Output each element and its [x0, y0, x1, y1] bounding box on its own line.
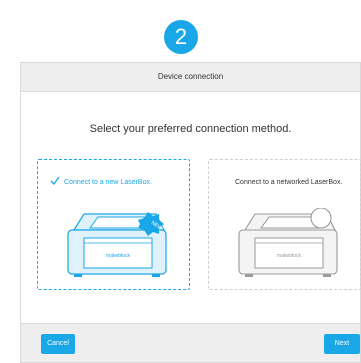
laserbox-new-icon: makeblock NEW — [67, 212, 167, 277]
cancel-button[interactable]: Cancel — [41, 334, 75, 354]
option-new-laserbox[interactable]: Connect to a new LaserBox. makeblock NEW — [37, 159, 190, 290]
dialog-title: Device connection — [21, 63, 360, 92]
option-label: Connect to a new LaserBox. — [64, 179, 152, 186]
step-number-badge: 2 — [164, 20, 198, 54]
device-connection-dialog: Device connection Select your preferred … — [20, 62, 361, 363]
next-button[interactable]: Next — [324, 334, 360, 354]
check-icon — [50, 176, 60, 186]
laserbox-networked-icon: makeblock — [238, 208, 338, 277]
connection-prompt: Select your preferred connection method. — [89, 123, 292, 135]
device-brand-label: makeblock — [277, 253, 301, 259]
dialog-footer: Cancel Next — [21, 323, 360, 362]
option-networked-laserbox[interactable]: Connect to a networked LaserBox. makeblo… — [208, 159, 361, 290]
device-brand-label: makeblock — [106, 253, 130, 259]
option-label: Connect to a networked LaserBox. — [235, 179, 343, 186]
